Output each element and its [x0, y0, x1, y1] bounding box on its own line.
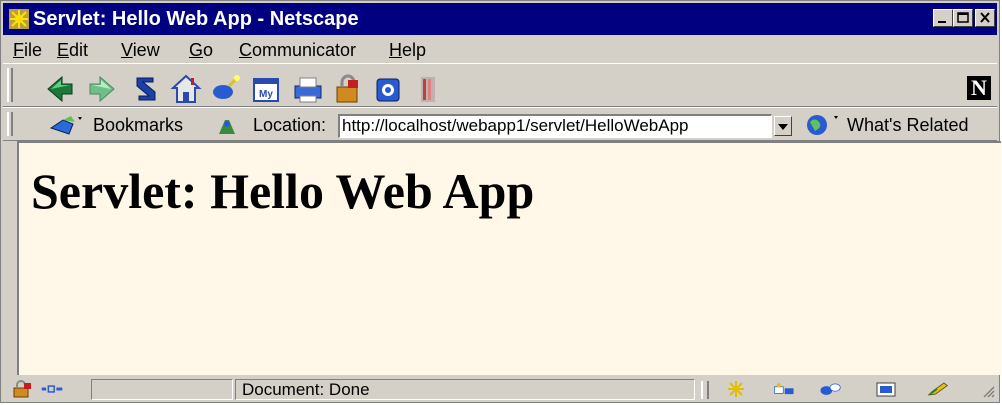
- page-proxy-icon[interactable]: [215, 116, 237, 136]
- status-message-panel: Document: Done: [235, 379, 695, 400]
- lock-icon[interactable]: [11, 380, 33, 398]
- page-heading: Servlet: Hello Web App: [31, 163, 535, 219]
- menu-edit[interactable]: Edit: [57, 39, 88, 61]
- menu-help-rest: elp: [402, 40, 427, 60]
- maximize-button[interactable]: [953, 9, 973, 27]
- browser-window: Servlet: Hello Web App - Netscape File E…: [0, 0, 1001, 403]
- navigator-icon[interactable]: [725, 380, 747, 398]
- window-title: Servlet: Hello Web App - Netscape: [33, 8, 359, 30]
- netscape-app-icon: [9, 9, 29, 29]
- menu-go[interactable]: Go: [189, 39, 213, 61]
- menu-help[interactable]: Help: [389, 39, 426, 61]
- location-toolbar: Bookmarks Location: http://localhost/web…: [3, 107, 997, 141]
- location-label: Location:: [253, 115, 327, 135]
- progress-panel: [91, 379, 233, 400]
- menu-go-accesskey: G: [189, 40, 204, 60]
- stop-icon[interactable]: [411, 72, 445, 106]
- my-netscape-icon[interactable]: My: [249, 72, 283, 106]
- menu-edit-rest: dit: [69, 40, 89, 60]
- back-icon[interactable]: [43, 72, 77, 106]
- component-bar-grip[interactable]: [701, 381, 709, 399]
- menu-communicator-rest: ommunicator: [252, 40, 357, 60]
- minimize-icon: [938, 21, 946, 23]
- close-icon: [980, 12, 990, 23]
- url-input[interactable]: http://localhost/webapp1/servlet/HelloWe…: [338, 114, 772, 138]
- toolbar-grip[interactable]: [7, 68, 13, 102]
- bookmarks-icon[interactable]: [49, 114, 83, 136]
- status-message: Document: Done: [242, 380, 370, 399]
- menu-file[interactable]: File: [13, 39, 42, 61]
- url-dropdown-button[interactable]: [774, 116, 792, 136]
- menu-go-rest: o: [203, 40, 214, 60]
- toolbar-grip[interactable]: [7, 112, 13, 136]
- connection-icon[interactable]: [41, 380, 63, 398]
- whats-related-label[interactable]: What's Related: [847, 108, 969, 142]
- mail-icon[interactable]: [773, 380, 795, 398]
- print-icon[interactable]: [291, 72, 325, 106]
- security-icon[interactable]: [331, 72, 365, 106]
- netscape-brand-icon[interactable]: N: [967, 76, 991, 100]
- home-icon[interactable]: [169, 72, 203, 106]
- menu-edit-accesskey: E: [57, 40, 70, 60]
- search-icon[interactable]: [209, 72, 243, 106]
- menu-communicator[interactable]: Communicator: [239, 39, 356, 61]
- resize-grip-icon[interactable]: [981, 383, 995, 399]
- page-content: Servlet: Hello Web App: [17, 141, 1001, 375]
- forward-icon[interactable]: [85, 72, 119, 106]
- menu-view-accesskey: V: [121, 40, 133, 60]
- edit-icon[interactable]: [927, 380, 949, 398]
- minimize-button[interactable]: [933, 9, 953, 27]
- status-bar: Document: Done: [3, 377, 997, 402]
- whats-related-icon[interactable]: [803, 113, 841, 137]
- menu-help-accesskey: H: [389, 40, 402, 60]
- title-bar[interactable]: Servlet: Hello Web App - Netscape: [3, 3, 997, 35]
- menu-file-accesskey: F: [13, 40, 24, 60]
- shop-icon[interactable]: [371, 72, 405, 106]
- bookmarks-label[interactable]: Bookmarks: [93, 108, 183, 142]
- menu-view-rest: iew: [132, 40, 160, 60]
- newsgroups-icon[interactable]: [819, 380, 841, 398]
- chevron-down-icon: [778, 124, 788, 130]
- svg-text:My: My: [259, 89, 273, 100]
- composer-icon[interactable]: [875, 380, 897, 398]
- close-button[interactable]: [975, 9, 995, 27]
- reload-icon[interactable]: [129, 72, 163, 106]
- navigation-toolbar: My N: [3, 63, 997, 107]
- menu-bar: File Edit View Go Communicator Help: [3, 37, 997, 63]
- menu-view[interactable]: View: [121, 39, 160, 61]
- maximize-icon: [957, 12, 969, 23]
- menu-file-rest: ile: [24, 40, 43, 60]
- menu-communicator-accesskey: C: [239, 40, 252, 60]
